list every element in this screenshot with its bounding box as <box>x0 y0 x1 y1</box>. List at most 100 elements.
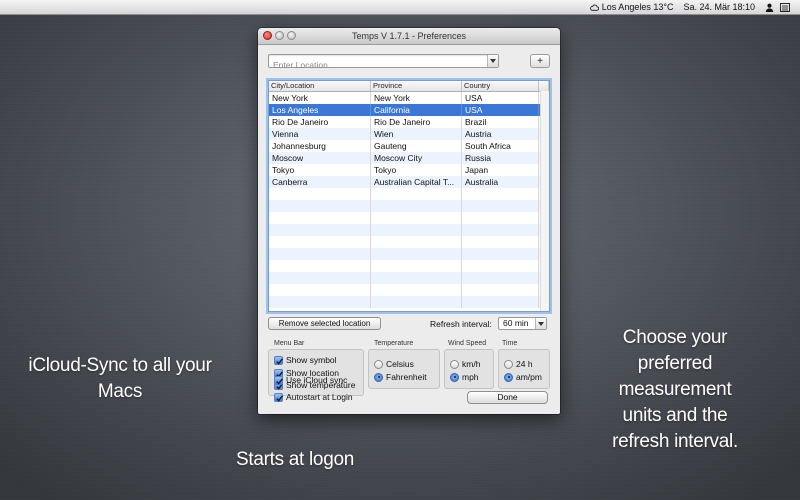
mph-radio[interactable]: mph <box>450 372 479 382</box>
cell-province <box>371 260 462 272</box>
done-button[interactable]: Done <box>467 391 548 404</box>
window-title: Temps V 1.7.1 - Preferences <box>351 31 467 41</box>
location-dropdown-button[interactable] <box>487 55 498 67</box>
table-row[interactable]: Canberra Australian Capital T... Australia <box>269 176 549 188</box>
table-row[interactable]: New York New York USA <box>269 92 549 104</box>
show-symbol-label: Show symbol <box>286 355 337 365</box>
temperature-group: Celsius Fahrenheit <box>368 349 440 389</box>
cell-country: Russia <box>462 152 539 164</box>
clock-text[interactable]: Sa. 24. Mär 18:10 <box>683 2 755 12</box>
radio-off <box>504 359 513 369</box>
24h-radio[interactable]: 24 h <box>504 359 533 369</box>
caption-units-line3: measurement <box>618 379 732 400</box>
temperature-group-title: Temperature <box>374 340 414 347</box>
table-row[interactable]: Vienna Wien Austria <box>269 128 549 140</box>
checkmark-icon <box>276 357 283 365</box>
list-icon[interactable] <box>780 2 790 12</box>
locations-table[interactable]: City/Location Province Country New York N… <box>268 80 550 312</box>
location-input[interactable] <box>269 59 487 71</box>
column-header-province[interactable]: Province <box>371 81 462 91</box>
location-combo[interactable] <box>268 54 499 71</box>
table-row-empty <box>269 296 549 308</box>
radio-off <box>450 359 459 369</box>
cell-city <box>269 260 371 272</box>
show-symbol-checkbox[interactable]: Show symbol <box>274 355 337 365</box>
fahrenheit-label: Fahrenheit <box>386 372 427 382</box>
radio-on <box>450 372 459 382</box>
refresh-interval-select[interactable]: 60 min <box>498 317 547 330</box>
cell-province: Australian Capital T... <box>371 176 462 188</box>
cell-city <box>269 248 371 260</box>
icloud-sync-checkbox[interactable]: Use iCloud sync <box>274 375 347 385</box>
table-row-empty <box>269 236 549 248</box>
cell-city <box>269 236 371 248</box>
fahrenheit-radio[interactable]: Fahrenheit <box>374 372 427 382</box>
cell-province: Rio De Janeiro <box>371 116 462 128</box>
celsius-radio[interactable]: Celsius <box>374 359 414 369</box>
cell-country: Austria <box>462 128 539 140</box>
checkmark-icon <box>276 377 283 385</box>
cell-city: Rio De Janeiro <box>269 116 371 128</box>
cell-city <box>269 272 371 284</box>
cell-country <box>462 236 539 248</box>
table-row[interactable]: Moscow Moscow City Russia <box>269 152 549 164</box>
checkbox-checked <box>274 355 283 365</box>
cell-province: Wien <box>371 128 462 140</box>
table-row-empty <box>269 260 549 272</box>
cell-province <box>371 212 462 224</box>
cell-country: South Africa <box>462 140 539 152</box>
time-group: 24 h am/pm <box>498 349 550 389</box>
autostart-checkbox[interactable]: Autostart at Login <box>274 392 353 402</box>
table-row[interactable]: Tokyo Tokyo Japan <box>269 164 549 176</box>
preferences-window: Temps V 1.7.1 - Preferences + City/Locat… <box>258 28 560 414</box>
cell-country: USA <box>462 104 539 116</box>
caption-units-line1: Choose your <box>622 327 728 348</box>
checkbox-checked <box>274 392 283 402</box>
cell-country: USA <box>462 92 539 104</box>
table-row-empty <box>269 272 549 284</box>
close-button[interactable] <box>263 31 272 40</box>
wind-speed-group: km/h mph <box>444 349 494 389</box>
checkbox-checked <box>274 375 283 385</box>
minimize-button[interactable] <box>275 31 284 40</box>
mph-label: mph <box>462 372 479 382</box>
kmh-radio[interactable]: km/h <box>450 359 480 369</box>
table-scrollbar[interactable] <box>540 91 549 311</box>
window-controls <box>263 31 296 40</box>
ampm-radio[interactable]: am/pm <box>504 372 542 382</box>
chevron-down-icon <box>490 59 496 63</box>
caption-units-line4: units and the <box>622 405 728 426</box>
title-bar[interactable]: Temps V 1.7.1 - Preferences <box>258 28 560 45</box>
refresh-interval-arrow <box>535 318 546 329</box>
radio-on <box>374 372 383 382</box>
cell-city <box>269 200 371 212</box>
cell-city: New York <box>269 92 371 104</box>
checkmark-icon <box>276 394 283 402</box>
refresh-interval-value: 60 min <box>503 318 529 328</box>
cell-province <box>371 224 462 236</box>
24h-label: 24 h <box>516 359 533 369</box>
zoom-button[interactable] <box>287 31 296 40</box>
cell-city: Johannesburg <box>269 140 371 152</box>
cell-country <box>462 188 539 200</box>
caption-logon: Starts at logon <box>235 449 355 470</box>
weather-status-item[interactable]: Los Angeles 13°C <box>589 2 673 12</box>
table-row[interactable]: Johannesburg Gauteng South Africa <box>269 140 549 152</box>
column-header-city[interactable]: City/Location <box>269 81 371 91</box>
table-row[interactable]: Los Angeles California USA <box>269 104 549 116</box>
table-row[interactable]: Rio De Janeiro Rio De Janeiro Brazil <box>269 116 549 128</box>
cell-country <box>462 200 539 212</box>
remove-location-button[interactable]: Remove selected location <box>268 317 381 330</box>
cloud-icon <box>589 4 599 11</box>
column-header-country[interactable]: Country <box>462 81 539 91</box>
menu-bar: Los Angeles 13°C Sa. 24. Mär 18:10 <box>0 0 800 15</box>
radio-on <box>504 372 513 382</box>
refresh-interval-label: Refresh interval: <box>430 319 492 329</box>
cell-province <box>371 272 462 284</box>
user-icon[interactable] <box>765 3 774 12</box>
autostart-label: Autostart at Login <box>286 392 353 402</box>
add-location-button[interactable]: + <box>530 54 550 68</box>
caption-icloud: iCloud-Sync to all your Macs <box>10 353 230 405</box>
table-row-empty <box>269 188 549 200</box>
cell-country: Japan <box>462 164 539 176</box>
